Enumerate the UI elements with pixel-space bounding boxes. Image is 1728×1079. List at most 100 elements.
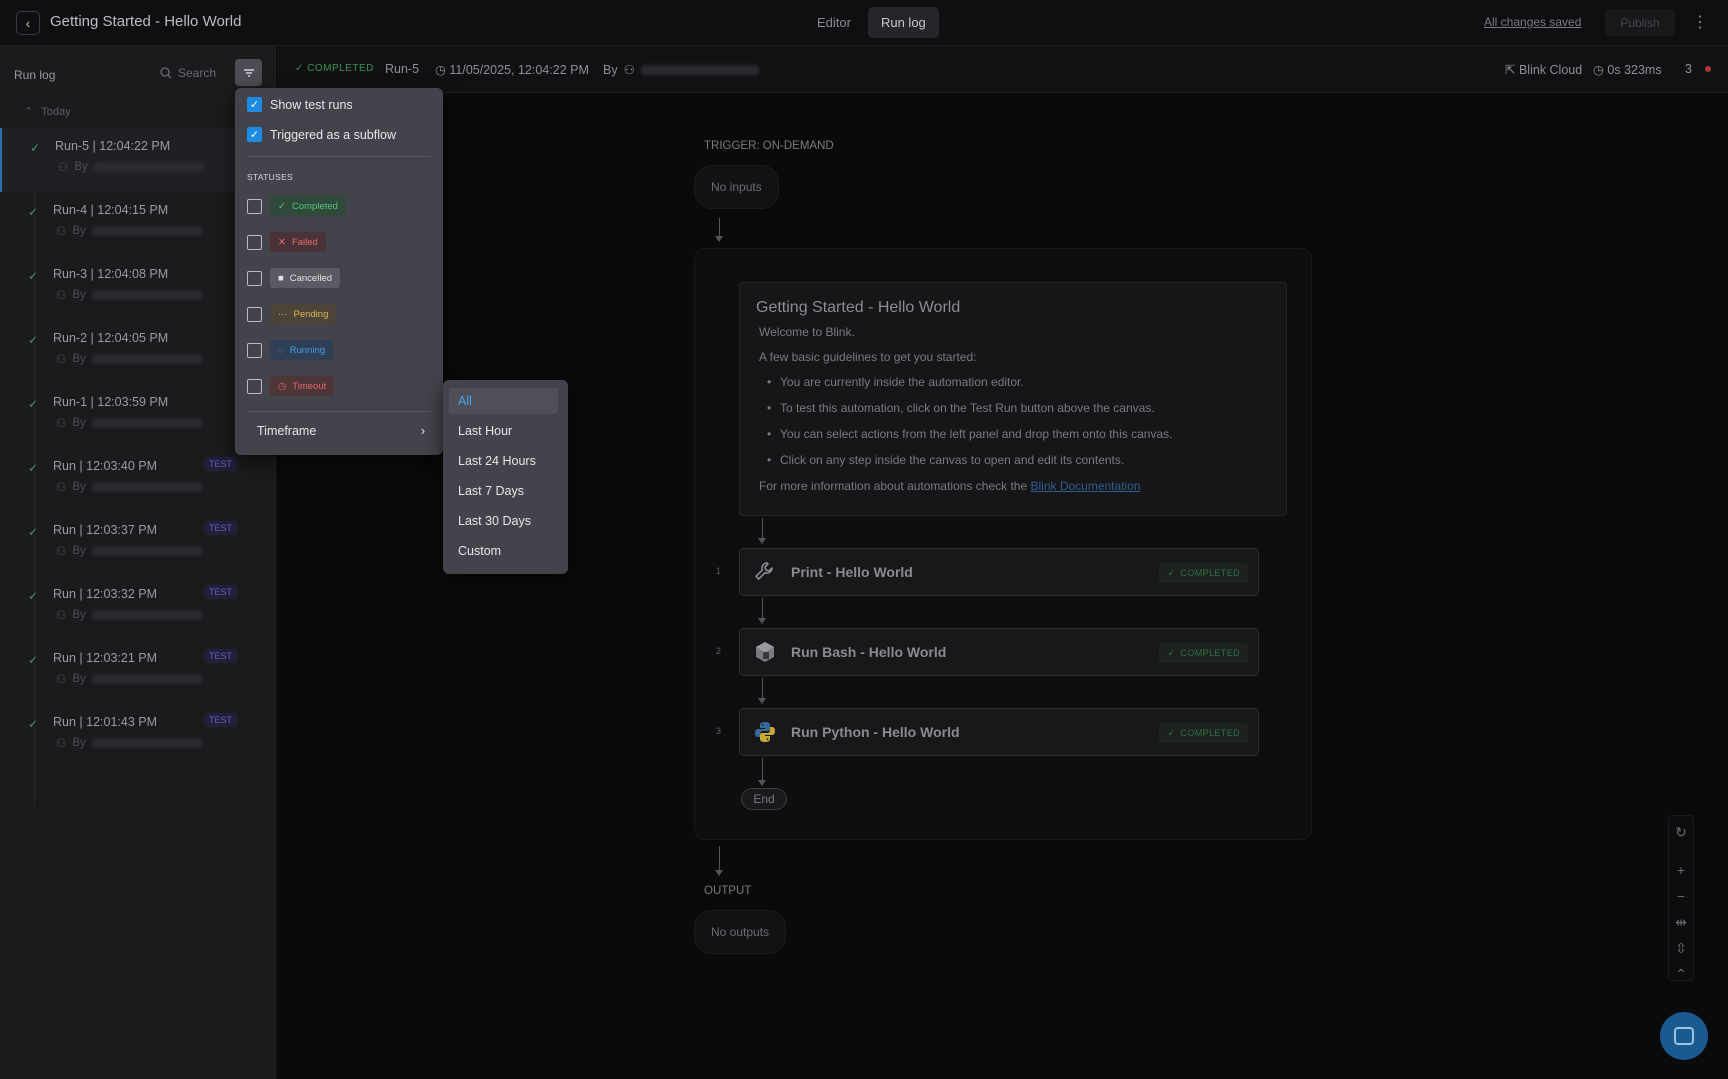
check-icon: ✓ bbox=[247, 97, 262, 112]
checkbox[interactable] bbox=[247, 198, 262, 214]
search-icon bbox=[160, 67, 172, 79]
no-inputs-node[interactable]: No inputs bbox=[694, 165, 779, 209]
note-bullet: To test this automation, click on the Te… bbox=[767, 401, 1270, 415]
checkbox[interactable] bbox=[247, 378, 262, 394]
subflow-checkbox[interactable]: ✓ Triggered as a subflow bbox=[247, 127, 396, 142]
timeframe-submenu: All Last Hour Last 24 Hours Last 7 Days … bbox=[443, 380, 568, 574]
no-outputs-node[interactable]: No outputs bbox=[694, 910, 787, 954]
step-number: 1 bbox=[716, 566, 722, 576]
connector bbox=[719, 846, 720, 870]
status-filter-failed[interactable]: ✕ Failed bbox=[247, 232, 326, 252]
note-card[interactable]: Getting Started - Hello World Welcome to… bbox=[739, 282, 1287, 516]
connector bbox=[762, 598, 763, 618]
step-card-python[interactable]: 3 Run Python - Hello World ✓ COMPLETED bbox=[716, 708, 1259, 756]
run-name: Run | 12:03:32 PM bbox=[53, 587, 158, 601]
timeframe-option-last-hour[interactable]: Last Hour bbox=[449, 418, 558, 444]
status-chip: ✓ Completed bbox=[270, 196, 346, 216]
step-card-bash[interactable]: 2 Run Bash - Hello World ✓ COMPLETED bbox=[716, 628, 1259, 676]
runner-label: ⇱ Blink Cloud bbox=[1505, 63, 1583, 77]
user-icon: ⚇ bbox=[56, 674, 67, 686]
list-item[interactable]: ✓ Run | 12:01:43 PM TEST ⚇ By bbox=[0, 704, 276, 768]
show-test-runs-checkbox[interactable]: ✓ Show test runs bbox=[247, 97, 353, 112]
run-by: ⚇ By bbox=[56, 544, 202, 558]
saved-status-link[interactable]: All changes saved bbox=[1484, 15, 1581, 29]
expand-vertical-icon[interactable]: ⇳ bbox=[1675, 935, 1687, 961]
timeframe-menu-item[interactable]: Timeframe › bbox=[257, 424, 425, 438]
arrow-down-icon bbox=[758, 618, 766, 624]
zoom-out-icon[interactable]: − bbox=[1677, 883, 1685, 909]
run-by: ⚇ By bbox=[56, 736, 202, 750]
trigger-label: TRIGGER: ON-DEMAND bbox=[704, 140, 834, 152]
back-button[interactable]: ‹ bbox=[16, 11, 40, 35]
checkbox[interactable] bbox=[247, 270, 262, 286]
run-name: Run-2 | 12:04:05 PM bbox=[53, 331, 169, 345]
user-icon: ⚇ bbox=[56, 738, 67, 750]
chat-button[interactable] bbox=[1660, 1012, 1708, 1060]
run-name: Run | 12:03:37 PM bbox=[53, 523, 158, 537]
step-card-print[interactable]: 1 Print - Hello World ✓ COMPLETED bbox=[716, 548, 1259, 596]
run-by: ⚇ By bbox=[56, 224, 202, 238]
bash-icon bbox=[750, 637, 780, 667]
check-icon: ✓ bbox=[28, 589, 39, 603]
status-filter-running[interactable]: ◌ Running bbox=[247, 340, 334, 360]
arrow-down-icon bbox=[758, 698, 766, 704]
list-item[interactable]: ✓ Run | 12:03:40 PM TEST ⚇ By bbox=[0, 448, 276, 512]
run-name: Run | 12:03:40 PM bbox=[53, 459, 158, 473]
more-options-icon[interactable]: ⋮ bbox=[1692, 12, 1708, 34]
top-bar: ‹ Getting Started - Hello World Editor R… bbox=[0, 0, 1728, 46]
run-duration: ◷ 0s 323ms bbox=[1593, 63, 1662, 77]
check-icon: ✓ bbox=[247, 127, 262, 142]
spinner-icon: ◌ bbox=[278, 344, 284, 356]
step-title: Run Python - Hello World bbox=[791, 724, 960, 740]
status-filter-pending[interactable]: ··· Pending bbox=[247, 304, 337, 324]
step-number: 2 bbox=[716, 646, 722, 656]
filter-button[interactable] bbox=[235, 59, 262, 86]
checkbox[interactable] bbox=[247, 306, 262, 322]
timeframe-option-last-24-hours[interactable]: Last 24 Hours bbox=[449, 448, 558, 474]
event-count[interactable]: 3 bbox=[1685, 62, 1692, 76]
note-bullet: You are currently inside the automation … bbox=[767, 375, 1270, 389]
run-header: ✓ COMPLETED Run-5 ◷ 11/05/2025, 12:04:22… bbox=[277, 46, 1728, 93]
expand-horizontal-icon[interactable]: ⇹ bbox=[1675, 909, 1687, 935]
documentation-link[interactable]: Blink Documentation bbox=[1030, 479, 1140, 493]
reset-view-icon[interactable]: ↻ bbox=[1675, 819, 1687, 845]
collapse-icon[interactable]: ⌃ bbox=[1675, 961, 1687, 987]
checkbox[interactable] bbox=[247, 234, 262, 250]
run-by: ⚇ By bbox=[56, 608, 202, 622]
search-input[interactable]: Search bbox=[160, 66, 216, 80]
timeframe-option-custom[interactable]: Custom bbox=[449, 538, 558, 564]
run-status: ✓ COMPLETED bbox=[295, 63, 374, 74]
zoom-in-icon[interactable]: + bbox=[1677, 857, 1685, 883]
user-icon: ⚇ bbox=[56, 290, 67, 302]
statuses-heading: STATUSES bbox=[247, 172, 294, 182]
group-today[interactable]: ⌃ Today bbox=[24, 105, 71, 119]
check-icon: ✓ bbox=[1167, 567, 1176, 578]
run-by: ⚇ By bbox=[56, 352, 202, 366]
connector bbox=[762, 518, 763, 538]
connector bbox=[762, 678, 763, 698]
list-item[interactable]: ✓ Run | 12:03:21 PM TEST ⚇ By bbox=[0, 640, 276, 704]
status-filter-completed[interactable]: ✓ Completed bbox=[247, 196, 346, 216]
check-icon: ✓ bbox=[28, 717, 39, 731]
status-filter-timeout[interactable]: ◷ Timeout bbox=[247, 376, 335, 396]
run-by: ⚇ By bbox=[56, 672, 202, 686]
user-icon: ⚇ bbox=[623, 63, 635, 77]
run-name: Run-3 | 12:04:08 PM bbox=[53, 267, 169, 281]
chat-icon bbox=[1674, 1027, 1694, 1045]
status-filter-cancelled[interactable]: ■ Cancelled bbox=[247, 268, 340, 288]
run-by: By ⚇ bbox=[603, 62, 759, 77]
note-intro: A few basic guidelines to get you starte… bbox=[759, 350, 977, 364]
tab-editor[interactable]: Editor bbox=[804, 7, 864, 38]
status-chip: ◌ Running bbox=[270, 340, 334, 360]
timeframe-option-all[interactable]: All bbox=[449, 388, 558, 414]
list-item[interactable]: ✓ Run | 12:03:32 PM TEST ⚇ By bbox=[0, 576, 276, 640]
status-chip: ◷ Timeout bbox=[270, 376, 335, 396]
publish-button[interactable]: Publish bbox=[1605, 9, 1675, 36]
tab-run-log[interactable]: Run log bbox=[867, 7, 939, 38]
timeframe-option-last-30-days[interactable]: Last 30 Days bbox=[449, 508, 558, 534]
timeframe-option-last-7-days[interactable]: Last 7 Days bbox=[449, 478, 558, 504]
checkbox[interactable] bbox=[247, 342, 262, 358]
user-icon: ⚇ bbox=[56, 354, 67, 366]
run-by: ⚇ By bbox=[58, 160, 204, 174]
list-item[interactable]: ✓ Run | 12:03:37 PM TEST ⚇ By bbox=[0, 512, 276, 576]
